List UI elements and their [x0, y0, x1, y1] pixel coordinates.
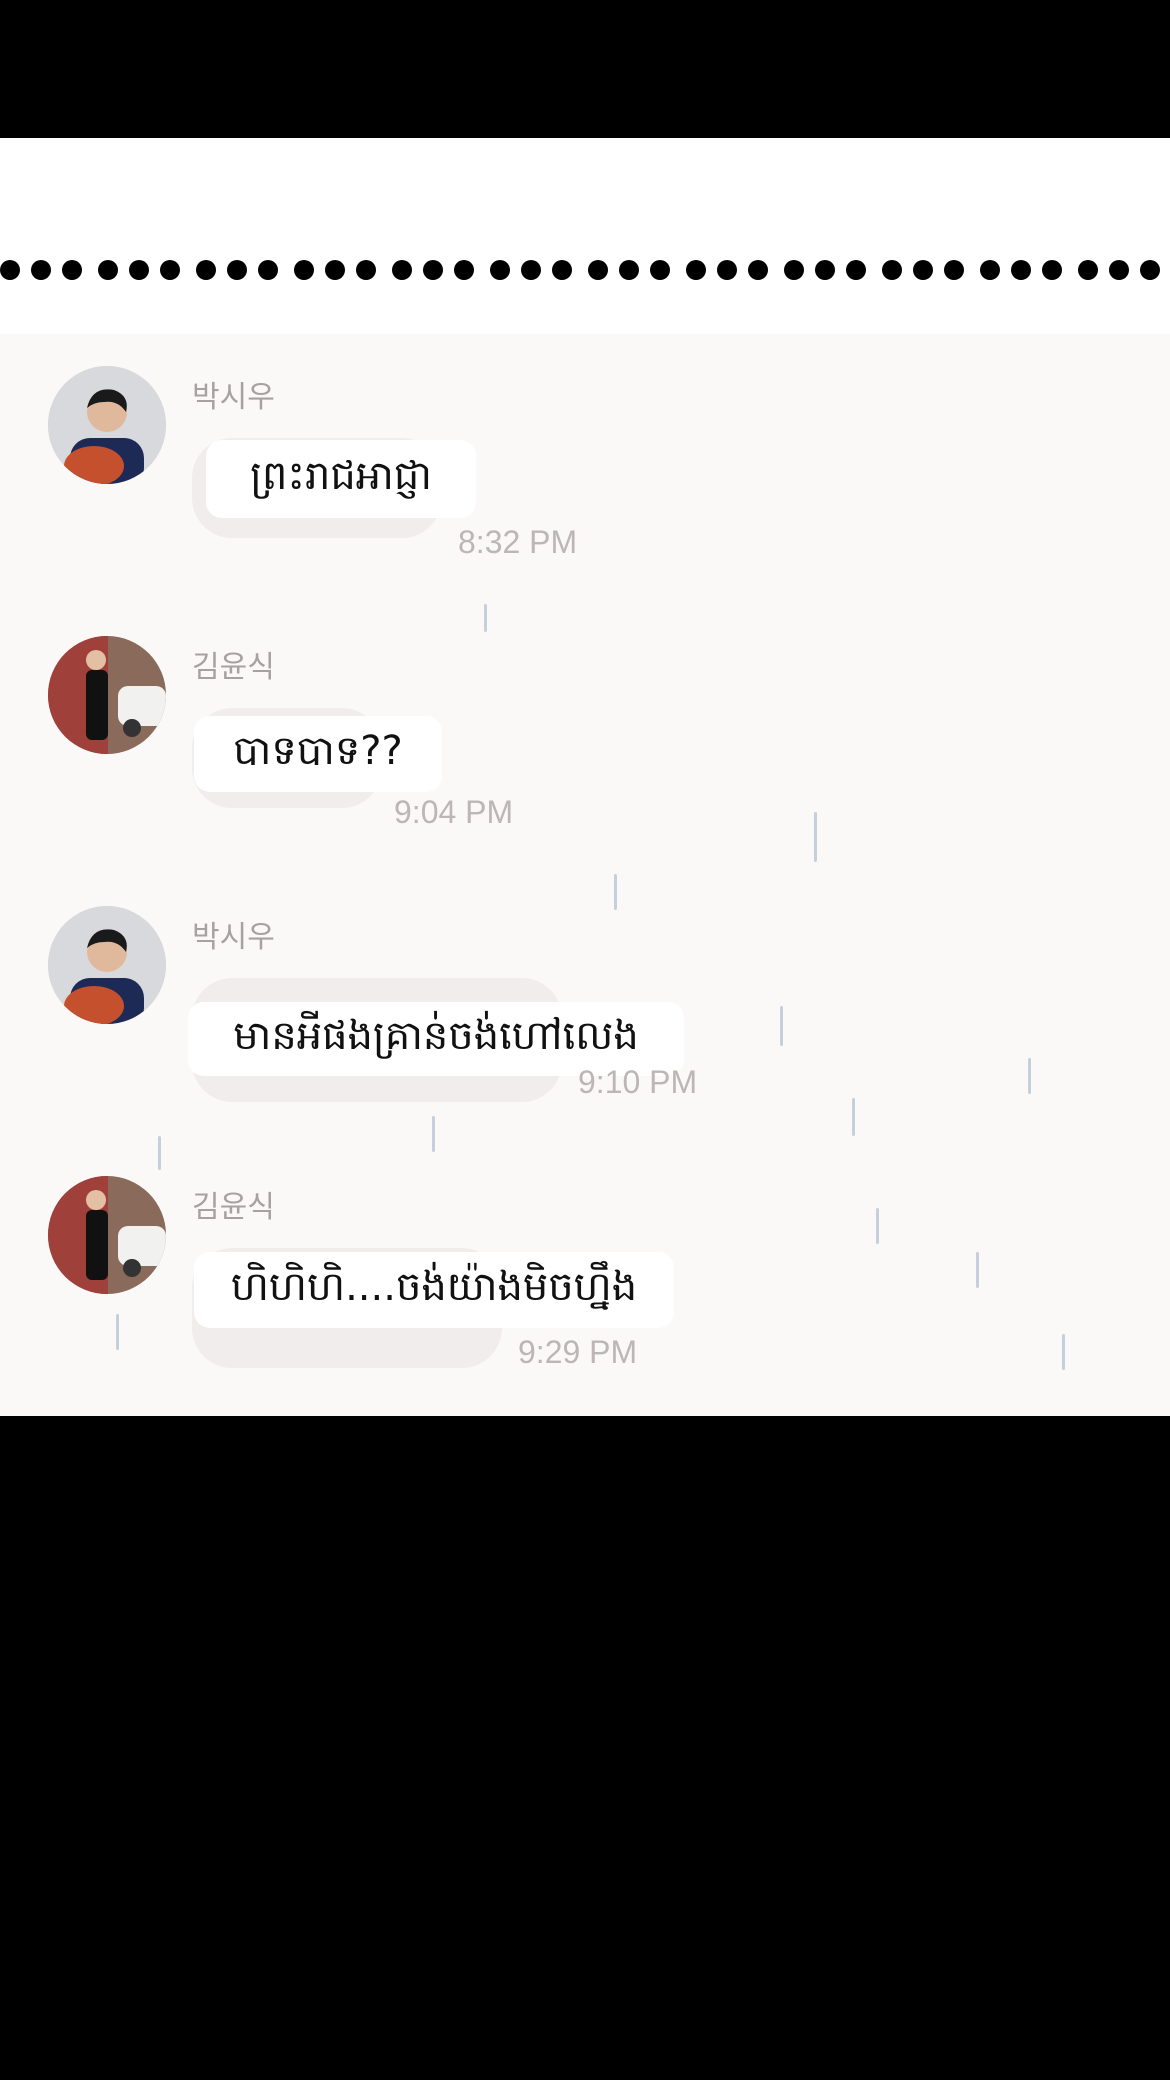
divider-dot — [0, 260, 20, 280]
divider-dot — [521, 260, 541, 280]
divider-dot — [454, 260, 474, 280]
divider-dot — [748, 260, 768, 280]
header-band — [0, 138, 1170, 334]
divider-dot — [1042, 260, 1062, 280]
divider-dot — [1078, 260, 1098, 280]
divider-dot — [717, 260, 737, 280]
rain-streak — [780, 1006, 783, 1046]
divider-dot — [552, 260, 572, 280]
divider-dot — [815, 260, 835, 280]
divider-dot — [913, 260, 933, 280]
rain-streak — [876, 1208, 879, 1244]
divider-dot — [686, 260, 706, 280]
divider-dot — [588, 260, 608, 280]
divider-dot — [325, 260, 345, 280]
rain-streak — [1062, 1334, 1065, 1370]
divider-dot — [227, 260, 247, 280]
sender-name: 김윤식 — [192, 1190, 275, 1225]
message-bubble[interactable]: ហិហិហិ....ចង់យ៉ាងមិចហ្នឹង — [194, 1252, 674, 1328]
divider-dot — [62, 260, 82, 280]
rain-streak — [852, 1098, 855, 1136]
divider-dot — [98, 260, 118, 280]
sender-name: 박시우 — [192, 920, 275, 955]
message-timestamp: 8:32 PM — [458, 524, 578, 560]
rain-streak — [432, 1116, 435, 1152]
sender-name: 김윤식 — [192, 650, 275, 685]
dotted-divider — [0, 256, 1170, 284]
man-with-basketball-avatar[interactable] — [48, 906, 166, 1024]
divider-dot — [258, 260, 278, 280]
divider-dot — [129, 260, 149, 280]
message-timestamp: 9:29 PM — [518, 1334, 638, 1370]
divider-dot — [392, 260, 412, 280]
rain-streak — [484, 604, 487, 632]
divider-dot — [356, 260, 376, 280]
chat-area[interactable]: 박시우 ព្រះរាជអាជ្ញា 8:32 PM 김윤식 បាទបាទ?? 9… — [0, 334, 1170, 1416]
top-black-bar — [0, 0, 1170, 138]
divider-dot — [784, 260, 804, 280]
divider-dot — [196, 260, 216, 280]
rain-streak — [814, 812, 817, 862]
rain-streak — [116, 1314, 119, 1350]
message-timestamp: 9:04 PM — [394, 794, 514, 830]
sender-name: 박시우 — [192, 380, 275, 415]
rain-streak — [976, 1252, 979, 1288]
divider-dot — [490, 260, 510, 280]
rain-streak — [1028, 1058, 1031, 1094]
divider-dot — [423, 260, 443, 280]
message-bubble[interactable]: បាទបាទ?? — [194, 716, 442, 792]
divider-dot — [31, 260, 51, 280]
divider-dot — [650, 260, 670, 280]
divider-dot — [619, 260, 639, 280]
message-timestamp: 9:10 PM — [578, 1064, 698, 1100]
rain-streak — [158, 1136, 161, 1170]
man-with-basketball-avatar[interactable] — [48, 366, 166, 484]
bottom-black-area — [0, 1416, 1170, 2080]
man-in-suit-avatar[interactable] — [48, 636, 166, 754]
rain-streak — [614, 874, 617, 910]
divider-dot — [944, 260, 964, 280]
divider-dot — [1109, 260, 1129, 280]
divider-dot — [980, 260, 1000, 280]
divider-dot — [1011, 260, 1031, 280]
divider-dot — [882, 260, 902, 280]
divider-dot — [1140, 260, 1160, 280]
man-in-suit-avatar[interactable] — [48, 1176, 166, 1294]
message-bubble[interactable]: ព្រះរាជអាជ្ញា — [206, 440, 476, 518]
divider-dot — [846, 260, 866, 280]
divider-dot — [294, 260, 314, 280]
divider-dot — [160, 260, 180, 280]
